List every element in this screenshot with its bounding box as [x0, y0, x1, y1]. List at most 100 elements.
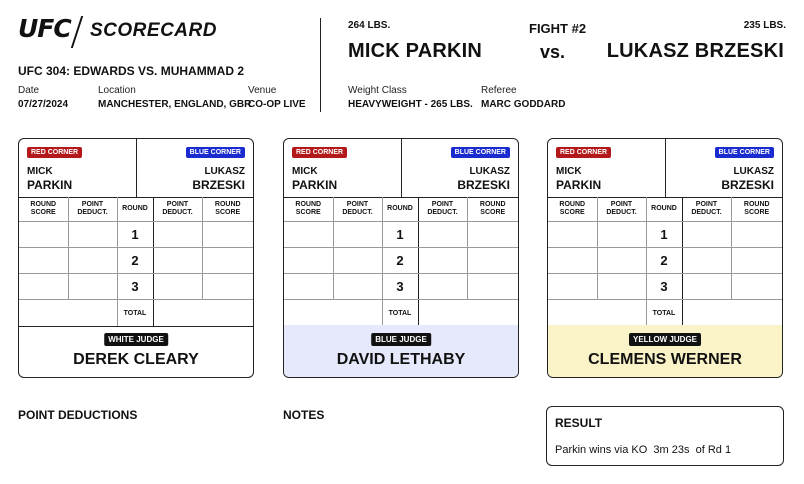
score-cell: [19, 221, 69, 248]
score-cell: [681, 273, 732, 300]
judge-tag: WHITE JUDGE: [104, 333, 168, 346]
score-cell: [466, 221, 518, 248]
score-cell: [284, 273, 334, 300]
score-grid: ROUND SCORE POINT DEDUCT. ROUND POINT DEDUC…: [284, 197, 518, 327]
red-first-name: MICK: [292, 166, 318, 177]
score-cell: [681, 247, 732, 274]
score-cell: [681, 221, 732, 248]
round-header: ROUND: [645, 197, 683, 222]
total-label: TOTAL: [116, 299, 154, 327]
red-last-name: PARKIN: [556, 178, 602, 192]
referee-value: MARC GODDARD: [481, 99, 566, 110]
red-point-deduct-header: POINT DEDUCT.: [67, 197, 118, 222]
blue-total-cell: [417, 299, 518, 327]
referee-label: Referee: [481, 85, 517, 96]
round-number: 1: [381, 221, 419, 248]
round-number: 3: [116, 273, 154, 300]
score-cell: [201, 221, 253, 248]
score-cell: [730, 221, 782, 248]
versus-label: vs.: [540, 42, 566, 62]
judge-area: YELLOW JUDGE CLEMENS WERNER: [548, 325, 782, 377]
score-cell: [19, 247, 69, 274]
red-round-score-header: ROUND SCORE: [19, 197, 69, 222]
scorecard-title: SCORECARD: [90, 20, 217, 41]
blue-last-name: BRZESKI: [192, 178, 245, 192]
score-cell: [284, 247, 334, 274]
red-corner-badge: RED CORNER: [556, 147, 612, 158]
point-deductions-heading: POINT DEDUCTIONS: [18, 408, 138, 422]
judge-scorecard: RED CORNER MICK PARKIN BLUE CORNER LUKAS…: [283, 138, 519, 378]
judge-scorecard: RED CORNER MICK PARKIN BLUE CORNER LUKAS…: [18, 138, 254, 378]
red-total-cell: [548, 299, 647, 327]
result-box: RESULT Parkin wins via KO 3m 23s of Rd 1: [546, 406, 784, 466]
blue-corner-badge: BLUE CORNER: [714, 147, 774, 158]
score-cell: [201, 247, 253, 274]
red-corner-badge: RED CORNER: [292, 147, 348, 158]
red-point-deduct-header: POINT DEDUCT.: [596, 197, 647, 222]
blue-first-name: LUKASZ: [733, 166, 774, 177]
red-round-score-header: ROUND SCORE: [284, 197, 334, 222]
corner-header: RED CORNER MICK PARKIN BLUE CORNER LUKAS…: [284, 139, 518, 198]
red-last-name: PARKIN: [292, 178, 338, 192]
logo-divider: [70, 16, 84, 48]
red-fighter-name: MICK PARKIN: [348, 40, 483, 62]
red-total-cell: [19, 299, 118, 327]
score-cell: [730, 273, 782, 300]
blue-total-cell: [152, 299, 253, 327]
blue-round-score-header: ROUND SCORE: [201, 197, 253, 222]
round-header: ROUND: [116, 197, 154, 222]
round-number: 2: [645, 247, 683, 274]
red-fighter-weight: 264 LBS.: [348, 20, 391, 31]
blue-last-name: BRZESKI: [457, 178, 510, 192]
round-number: 2: [116, 247, 154, 274]
red-first-name: MICK: [556, 166, 582, 177]
red-corner-badge: RED CORNER: [27, 147, 83, 158]
event-title: UFC 304: EDWARDS VS. MUHAMMAD 2: [18, 64, 245, 78]
judge-tag: BLUE JUDGE: [371, 333, 431, 346]
judge-area: WHITE JUDGE DEREK CLEARY: [19, 325, 253, 377]
blue-point-deduct-header: POINT DEDUCT.: [681, 197, 732, 222]
judge-tag: YELLOW JUDGE: [628, 333, 702, 346]
score-cell: [596, 247, 647, 274]
score-grid: ROUND SCORE POINT DEDUCT. ROUND POINT DEDUC…: [548, 197, 782, 327]
score-cell: [332, 273, 383, 300]
blue-corner-badge: BLUE CORNER: [185, 147, 245, 158]
judge-name: DAVID LETHABY: [336, 351, 466, 368]
blue-round-score-header: ROUND SCORE: [466, 197, 518, 222]
ufc-logo: UFC: [18, 14, 72, 43]
blue-corner-badge: BLUE CORNER: [450, 147, 510, 158]
blue-last-name: BRZESKI: [721, 178, 774, 192]
score-cell: [466, 273, 518, 300]
blue-first-name: LUKASZ: [469, 166, 510, 177]
fight-number: FIGHT #2: [529, 21, 587, 36]
blue-round-score-header: ROUND SCORE: [730, 197, 782, 222]
score-cell: [67, 247, 118, 274]
venue-value: CO-OP LIVE: [248, 99, 306, 110]
blue-first-name: LUKASZ: [204, 166, 245, 177]
score-cell: [284, 221, 334, 248]
red-round-score-header: ROUND SCORE: [548, 197, 598, 222]
score-cell: [417, 273, 468, 300]
round-header: ROUND: [381, 197, 419, 222]
score-cell: [417, 221, 468, 248]
result-text: Parkin wins via KO 3m 23s of Rd 1: [555, 444, 732, 456]
blue-point-deduct-header: POINT DEDUCT.: [417, 197, 468, 222]
score-cell: [548, 221, 598, 248]
score-cell: [596, 221, 647, 248]
date-label: Date: [18, 85, 40, 96]
round-number: 1: [645, 221, 683, 248]
judge-name: DEREK CLEARY: [73, 351, 199, 368]
score-cell: [466, 247, 518, 274]
score-cell: [152, 247, 203, 274]
score-cell: [152, 221, 203, 248]
date-value: 07/27/2024: [18, 99, 69, 110]
blue-fighter-name: LUKASZ BRZESKI: [606, 40, 784, 62]
score-cell: [201, 273, 253, 300]
total-label: TOTAL: [645, 299, 683, 327]
score-cell: [417, 247, 468, 274]
score-grid: ROUND SCORE POINT DEDUCT. ROUND POINT DEDUC…: [19, 197, 253, 327]
red-point-deduct-header: POINT DEDUCT.: [332, 197, 383, 222]
round-number: 2: [381, 247, 419, 274]
score-cell: [548, 273, 598, 300]
round-number: 1: [116, 221, 154, 248]
